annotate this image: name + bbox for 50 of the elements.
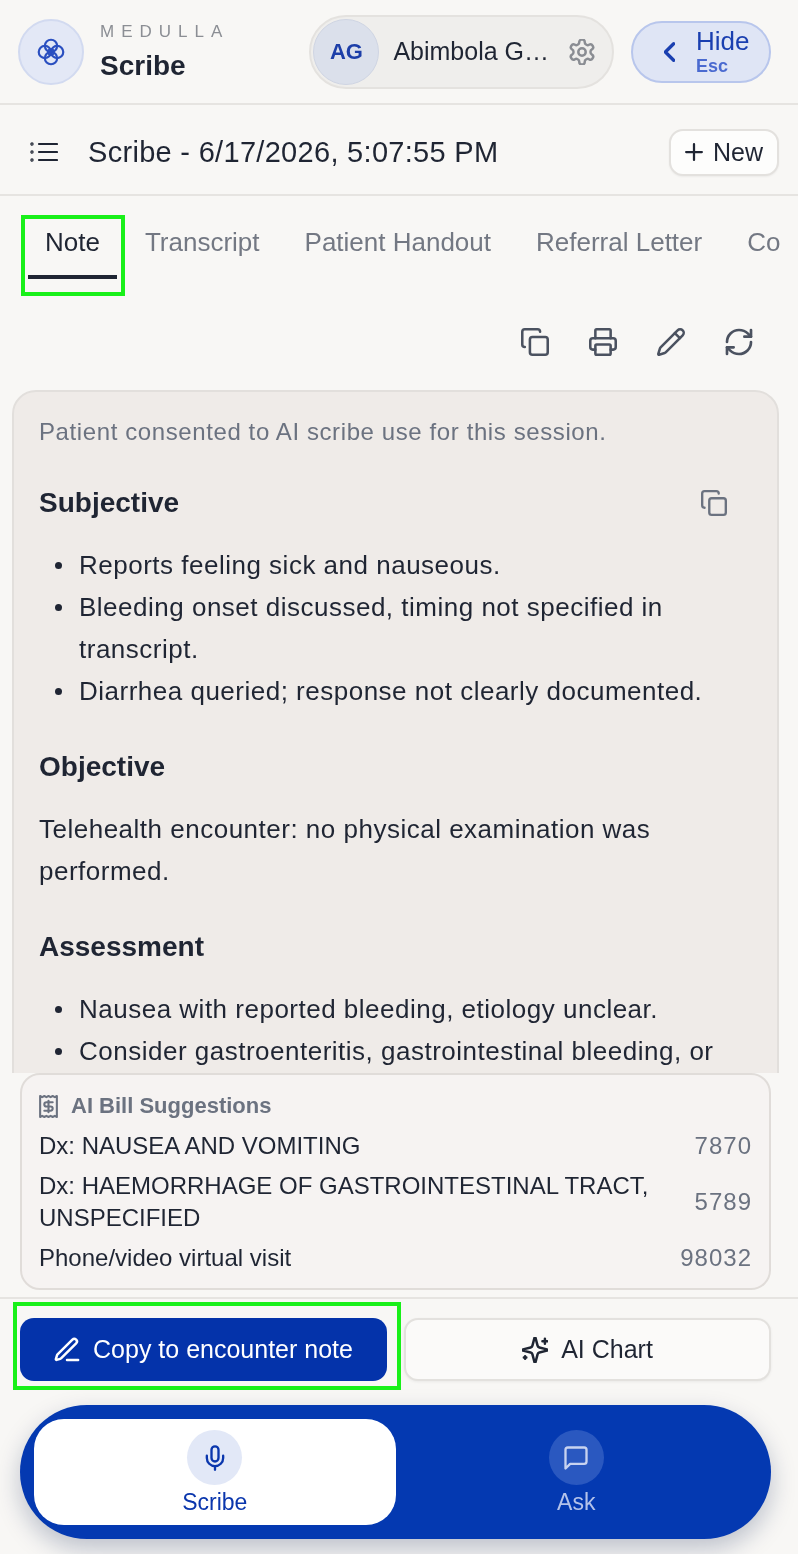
bullet-icon (55, 1006, 62, 1013)
settings-icon[interactable] (569, 38, 595, 65)
bullet-icon (55, 1048, 62, 1055)
pencil-icon[interactable] (657, 328, 685, 356)
list-item: Nausea with reported bleeding, etiology unclear. (79, 993, 659, 1026)
bill-description: Dx: NAUSEA AND VOMITING (39, 1131, 362, 1161)
list-item: Diarrhea queried; response not clearly documented. (79, 675, 703, 708)
list-item: Reports feeling sick and nauseous. (79, 549, 501, 582)
bill-code: 5789 (693, 1187, 752, 1217)
nav-tab[interactable]: Scribe (34, 1419, 396, 1525)
bill-description: Phone/video virtual visit (39, 1243, 293, 1273)
brand-name: MEDULLA (100, 21, 230, 42)
menu-icon[interactable] (30, 141, 58, 163)
consent-notice: Patient consented to AI scribe use for this session. (39, 417, 608, 447)
bullet-icon (55, 688, 62, 695)
new-button[interactable]: New (669, 128, 779, 176)
tab[interactable]: Transcript (127, 215, 277, 279)
pencil-icon (54, 1336, 81, 1363)
panel-title: AI Bill Suggestions (71, 1093, 272, 1119)
bill-code: 7870 (693, 1131, 752, 1161)
app-title: Scribe (100, 49, 187, 82)
printer-icon[interactable] (589, 328, 617, 356)
copy-icon[interactable] (521, 328, 549, 356)
nav-tab[interactable]: Ask (395, 1419, 757, 1525)
tab[interactable]: Note (28, 215, 117, 279)
sparkle-icon (522, 1336, 549, 1363)
bill-code: 98032 (680, 1243, 752, 1273)
tab[interactable]: Patient Handout (287, 215, 508, 279)
bill-description: Dx: HAEMORRHAGE OF GASTROINTESTINAL TRACT, UNSPECIFIED (39, 1171, 650, 1233)
list-item: Consider gastroenteritis, gastrointestinal bleeding, or (79, 1035, 714, 1068)
hide-button[interactable]: Hide Esc (631, 20, 771, 83)
chevron-left-icon (664, 41, 675, 62)
receipt-icon (39, 1094, 58, 1118)
paragraph: Telehealth encounter: no physical examination was performed. (39, 813, 652, 888)
bullet-icon (55, 562, 62, 569)
tab[interactable]: Referral Letter (519, 215, 720, 279)
section-heading: Assessment (39, 930, 204, 964)
session-title: Scribe - 6/17/2026, 5:07:55 PM (88, 135, 500, 169)
copy-note-button[interactable]: Copy to encounter note (20, 1318, 387, 1381)
section-heading: Subjective (39, 486, 180, 520)
avatar: AG (313, 18, 380, 85)
tab[interactable]: Co (730, 215, 798, 279)
chart-button[interactable]: AI Chart (404, 1318, 771, 1381)
copy-icon[interactable] (701, 490, 727, 516)
bullet-icon (55, 604, 62, 611)
refresh-icon[interactable] (725, 328, 753, 356)
user-name: Abimbola G… (393, 37, 549, 66)
section-heading: Objective (39, 750, 166, 784)
plus-icon (685, 143, 703, 161)
list-item: Bleeding onset discussed, timing not specified in transcript. (79, 591, 664, 666)
